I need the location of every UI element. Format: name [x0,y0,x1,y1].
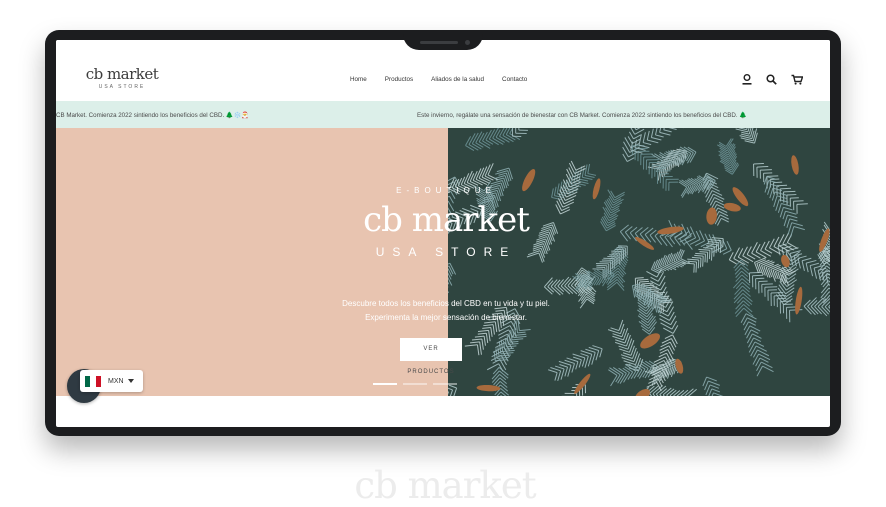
pine-branches-image [448,128,830,396]
announcement-bar: CB Market. Comienza 2022 sintiendo los b… [56,101,830,128]
currency-selector[interactable]: MXN [80,370,143,392]
hero-banner: E-BOUTIQUE cb market USA STORE Descubre … [56,128,830,396]
hero-description-line: Descubre todos los beneficios del CBD en… [286,297,606,311]
ver-productos-button[interactable]: VER PRODUCTOS [400,338,462,361]
hero-description: Descubre todos los beneficios del CBD en… [286,297,606,325]
mexico-flag-icon [85,376,101,387]
nav-productos[interactable]: Productos [385,76,413,83]
device-notch [403,30,483,50]
main-nav: Home Productos Aliados de la salud Conta… [350,76,527,83]
cart-icon[interactable] [791,74,803,85]
header-icons [742,74,803,85]
hero-description-line: Experimenta la mejor sensación de bienes… [286,311,606,325]
slider-dot[interactable] [433,383,457,385]
hero-eyebrow: E-BOUTIQUE [286,186,606,195]
search-icon[interactable] [766,74,777,85]
hero-peach-panel [56,128,448,396]
slider-dots [373,383,457,385]
slider-dot[interactable] [403,383,427,385]
watermark-logo: cb market [340,466,550,506]
hero-title: cb market [286,200,606,240]
site-logo[interactable]: cb market USA STORE [85,67,159,90]
nav-aliados[interactable]: Aliados de la salud [431,76,484,83]
announcement-text: Este invierno, regálate una sensación de… [417,111,747,119]
nav-home[interactable]: Home [350,76,367,83]
currency-code: MXN [108,378,124,385]
hero-subtitle: USA STORE [286,245,606,259]
user-icon[interactable] [742,74,752,85]
announcement-text: CB Market. Comienza 2022 sintiendo los b… [56,111,249,119]
chevron-down-icon [128,379,134,383]
hero-pine-image [448,128,830,396]
slider-dot[interactable] [373,383,397,385]
logo-text: cb market [85,67,159,82]
nav-contacto[interactable]: Contacto [502,76,527,83]
website-screen: cb market USA STORE Home Productos Aliad… [56,40,830,427]
logo-subtitle: USA STORE [85,84,159,90]
